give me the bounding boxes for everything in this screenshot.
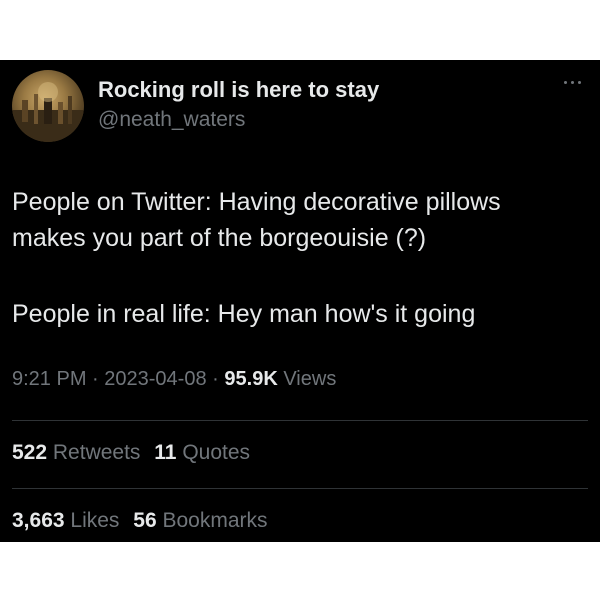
display-name[interactable]: Rocking roll is here to stay bbox=[98, 77, 379, 103]
views-label: Views bbox=[283, 368, 337, 390]
bookmarks-stat[interactable]: 56 Bookmarks bbox=[133, 509, 267, 532]
meta-separator: · bbox=[212, 368, 219, 390]
tweet-card: Rocking roll is here to stay @neath_wate… bbox=[0, 60, 600, 542]
meta-separator: · bbox=[92, 368, 99, 390]
avatar-image bbox=[12, 82, 84, 142]
retweets-label: Retweets bbox=[52, 441, 141, 464]
stats-row-engagement: 3,663 Likes 56 Bookmarks bbox=[12, 509, 276, 533]
quotes-stat[interactable]: 11 Quotes bbox=[154, 441, 250, 464]
quotes-label: Quotes bbox=[182, 441, 251, 464]
retweets-stat[interactable]: 522 Retweets bbox=[12, 441, 146, 464]
avatar[interactable] bbox=[12, 70, 84, 142]
tweet-text-line-2: makes you part of the borgeouisie (?) bbox=[12, 224, 427, 252]
views-count: 95.9K bbox=[224, 368, 278, 390]
tweet-text-line-1: People on Twitter: Having decorative pil… bbox=[12, 188, 501, 216]
retweets-count: 522 bbox=[12, 441, 48, 464]
bookmarks-label: Bookmarks bbox=[162, 509, 268, 532]
bookmarks-count: 56 bbox=[133, 509, 157, 532]
tweet-text-line-3: People in real life: Hey man how's it go… bbox=[12, 300, 476, 328]
tweet-date[interactable]: 2023-04-08 bbox=[104, 368, 206, 390]
divider bbox=[12, 488, 588, 489]
likes-label: Likes bbox=[70, 509, 120, 532]
tweet-meta: 9:21 PM · 2023-04-08 · 95.9K Views bbox=[12, 368, 336, 391]
quotes-count: 11 bbox=[154, 441, 177, 464]
stats-row-shares: 522 Retweets 11 Quotes bbox=[12, 441, 258, 465]
likes-stat[interactable]: 3,663 Likes bbox=[12, 509, 125, 532]
likes-count: 3,663 bbox=[12, 509, 65, 532]
more-options-icon[interactable] bbox=[562, 78, 586, 88]
divider bbox=[12, 420, 588, 421]
user-handle[interactable]: @neath_waters bbox=[98, 108, 245, 132]
tweet-time[interactable]: 9:21 PM bbox=[12, 368, 86, 390]
